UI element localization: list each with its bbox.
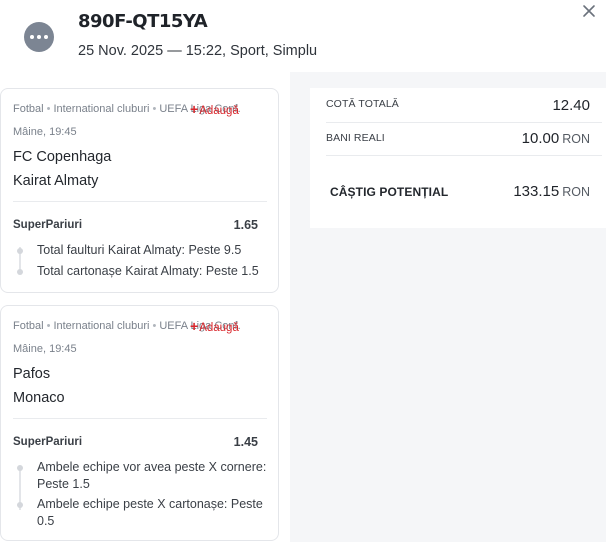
total-odds-value: 12.40 [552, 97, 590, 114]
stake-row: BANI REALI 10.00 RON [310, 124, 606, 154]
stake-amount: 10.00 RON [522, 130, 590, 147]
team-away[interactable]: Kairat Almaty [13, 173, 98, 189]
breadcrumb-sport: Fotbal [13, 320, 44, 332]
plus-icon: + [190, 101, 199, 117]
potential-win-currency: RON [562, 185, 590, 199]
breadcrumb-sport: Fotbal [13, 103, 44, 115]
team-away[interactable]: Monaco [13, 390, 65, 406]
total-odds-row: COTĂ TOTALĂ 12.40 [310, 92, 606, 122]
divider [13, 201, 267, 202]
selection-item: Ambele echipe vor avea peste X cornere: … [37, 460, 267, 491]
bet-card: Fotbal • International cluburi • UEFA Liga C… [0, 88, 279, 293]
divider [13, 418, 267, 419]
add-button[interactable]: +Adaugă [190, 318, 239, 334]
event-time: Mâine, 19:45 [13, 343, 77, 355]
divider [326, 155, 602, 156]
potential-win-label: CÂȘTIG POTENȚIAL [330, 185, 449, 199]
bet-odds: 1.45 [233, 435, 258, 449]
selection-dot [17, 269, 23, 275]
breadcrumb-category: International cluburi [53, 103, 150, 115]
ticket-subtitle: 25 Nov. 2025 — 15:22, Sport, Simplu [78, 43, 318, 59]
add-label: Adaugă [199, 322, 239, 334]
stake-value: 10.00 [521, 130, 560, 147]
summary-panel: COTĂ TOTALĂ 12.40 BANI REALI 10.00 RON CÂ… [310, 88, 606, 228]
selection-item: Total cartonașe Kairat Almaty: Peste 1.5 [37, 264, 259, 278]
stake-label: BANI REALI [326, 132, 385, 144]
team-home[interactable]: FC Copenhaga [13, 149, 111, 165]
selection-dot [17, 465, 23, 471]
close-icon[interactable] [580, 2, 600, 22]
selection-item: Total faulturi Kairat Almaty: Peste 9.5 [37, 243, 242, 257]
selection-dot [17, 248, 23, 254]
add-button[interactable]: +Adaugă [190, 101, 239, 117]
potential-win-amount: 133.15 RON [513, 183, 590, 200]
stake-currency: RON [562, 132, 590, 146]
ticket-header: 890F-QT15YA 25 Nov. 2025 — 15:22, Sport,… [0, 0, 606, 72]
divider [326, 122, 602, 123]
bet-card: Fotbal • International cluburi • UEFA Liga C… [0, 305, 279, 541]
selection-item: Ambele echipe peste X cartonașe: Peste 0… [37, 497, 263, 528]
potential-win-value: 133.15 [513, 183, 560, 200]
total-odds-label: COTĂ TOTALĂ [326, 98, 399, 110]
bet-odds: 1.65 [233, 218, 258, 232]
add-label: Adaugă [199, 105, 239, 117]
selection-dot [17, 502, 23, 508]
team-home[interactable]: Pafos [13, 366, 50, 382]
more-dots-icon[interactable] [24, 22, 54, 52]
provider-name: SuperPariuri [13, 436, 83, 448]
provider-name: SuperPariuri [13, 219, 83, 231]
plus-icon: + [190, 318, 199, 334]
potential-win-row: CÂȘTIG POTENȚIAL 133.15 RON [310, 178, 606, 208]
breadcrumb-category: International cluburi [53, 320, 150, 332]
ticket-id: 890F-QT15YA [78, 11, 208, 32]
event-time: Mâine, 19:45 [13, 126, 77, 138]
